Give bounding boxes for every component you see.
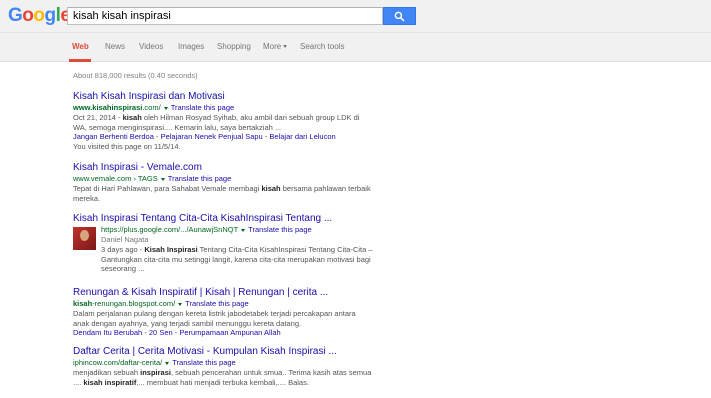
search-result: Kisah Kisah Inspirasi dan Motivasi www.k… [73,91,373,152]
logo-letter: o [33,5,45,26]
avatar[interactable] [73,227,96,250]
search-result: Kisah Inspirasi Tentang Cita-Cita KisahI… [73,213,373,274]
url-breadcrumb: › TAGS [131,174,158,183]
result-url: iphincow.com/daftar-cerita/Translate thi… [73,358,373,368]
sitelink-separator: - [153,132,161,141]
sitelink-separator: - [142,328,149,337]
url-rest: -renungan.blogspot.com/ [92,299,176,308]
result-title-link[interactable]: Kisah Kisah Inspirasi dan Motivasi [73,91,373,103]
logo-letter: o [22,5,34,26]
url-bold: www.kisahinspirasi [73,103,143,112]
result-snippet: Dalam perjalanan pulang dengan kereta li… [73,309,356,328]
translate-link[interactable]: Translate this page [248,225,312,234]
caret-down-icon[interactable] [241,228,246,232]
google-logo[interactable]: Google [8,5,71,27]
caret-down-icon[interactable] [160,177,165,181]
translate-link[interactable]: Translate this page [185,299,249,308]
result-title-link[interactable]: Kisah Inspirasi - Vemale.com [73,162,373,174]
logo-letter: g [44,5,57,26]
sitelink[interactable]: Belajar dari Lelucon [269,132,335,141]
search-result: Kisah Inspirasi - Vemale.com www.vemale.… [73,162,373,203]
snippet-date: 3 days ago - [101,245,145,254]
tab-more[interactable]: More [263,42,288,51]
tab-more-label: More [263,42,282,51]
result-url: kisah-renungan.blogspot.com/Translate th… [73,299,373,309]
url-bold: kisah [73,299,93,308]
snippet-bold: kisah inspiratif [83,377,137,387]
url-text: https://plus.google.com/.../AunawjSnNQT [101,225,239,234]
sitelink[interactable]: Perumpamaan Ampunan Allah [179,328,280,337]
url-text: iphincow.com/daftar-cerita/ [73,358,163,367]
search-result: Daftar Cerita | Cerita Motivasi - Kumpul… [73,346,373,387]
search-input[interactable] [67,7,383,25]
sitelinks: Dendam Itu Berubah - 20 Sen - Perumpamaa… [73,328,373,338]
result-url: www.vemale.com › TAGS Translate this page [73,174,373,184]
sitelink[interactable]: 20 Sen [149,328,173,337]
url-text: www.vemale.com [73,174,132,183]
caret-down-icon[interactable] [163,106,168,110]
url-rest: .com/ [142,103,161,112]
translate-link[interactable]: Translate this page [171,103,235,112]
author-name[interactable]: Daniel Nagata [101,235,373,245]
result-title-link[interactable]: Renungan & Kisah Inspiratif | Kisah | Re… [73,287,373,299]
search-result: Renungan & Kisah Inspiratif | Kisah | Re… [73,287,373,338]
result-snippet: 3 days ago - Kisah Inspirasi Tentang Cit… [101,245,373,274]
tab-images[interactable]: Images [178,42,204,51]
sitelink[interactable]: Jangan Berhenti Berdoa [73,132,154,141]
translate-link[interactable]: Translate this page [172,358,236,367]
search-icon [394,11,405,21]
visited-note: You visited this page on 11/5/14. [73,142,181,151]
sitelink[interactable]: Dendam Itu Berubah [73,328,142,337]
snippet-text: menjadikan sebuah [73,368,141,377]
result-title-link[interactable]: Daftar Cerita | Cerita Motivasi - Kumpul… [73,346,373,358]
snippet-bold: inspirasi [140,368,171,377]
chevron-down-icon [283,45,288,49]
translate-link[interactable]: Translate this page [168,174,232,183]
caret-down-icon[interactable] [178,302,183,306]
result-snippet: Oct 21, 2014 - kisah oleh Hilman Rosyad … [73,113,373,132]
snippet-date: Oct 21, 2014 - [73,113,123,122]
author-row: https://plus.google.com/.../AunawjSnNQT T… [73,225,373,274]
search-nav: Web News Videos Images Shopping More Sea… [0,33,711,62]
result-title-link[interactable]: Kisah Inspirasi Tentang Cita-Cita KisahI… [73,213,373,225]
author-block: https://plus.google.com/.../AunawjSnNQT T… [101,225,373,274]
sitelinks: Jangan Berhenti Berdoa - Pelajaran Nenek… [73,132,373,142]
snippet-bold: Kisah Inspirasi [144,245,198,254]
logo-letter: G [8,5,23,26]
snippet-text: Tepat di Hari Pahlawan, para Sahabat Vem… [73,184,262,193]
active-tab-indicator [69,59,91,62]
caret-down-icon[interactable] [165,361,170,365]
result-url: www.kisahinspirasi.com/Translate this pa… [73,103,373,113]
tab-videos[interactable]: Videos [139,42,163,51]
tab-news[interactable]: News [105,42,125,51]
tab-shopping[interactable]: Shopping [217,42,251,51]
tab-web[interactable]: Web [72,42,89,51]
snippet-bold: kisah [261,184,281,193]
result-snippet: menjadikan sebuah inspirasi, sebuah penc… [73,368,373,387]
snippet-bold: kisah [122,113,142,122]
result-stats: About 818,000 results (0.40 seconds) [73,71,198,80]
search-tools-button[interactable]: Search tools [300,42,344,51]
result-snippet: Tepat di Hari Pahlawan, para Sahabat Vem… [73,184,373,203]
snippet-text: ,... membuat hati menjadi terbuka kembal… [136,377,309,387]
top-bar: Google [0,0,711,33]
search-button[interactable] [383,7,416,25]
sitelink[interactable]: Pelajaran Nenek Penjual Sapu [161,132,263,141]
result-url: https://plus.google.com/.../AunawjSnNQT T… [101,225,373,235]
